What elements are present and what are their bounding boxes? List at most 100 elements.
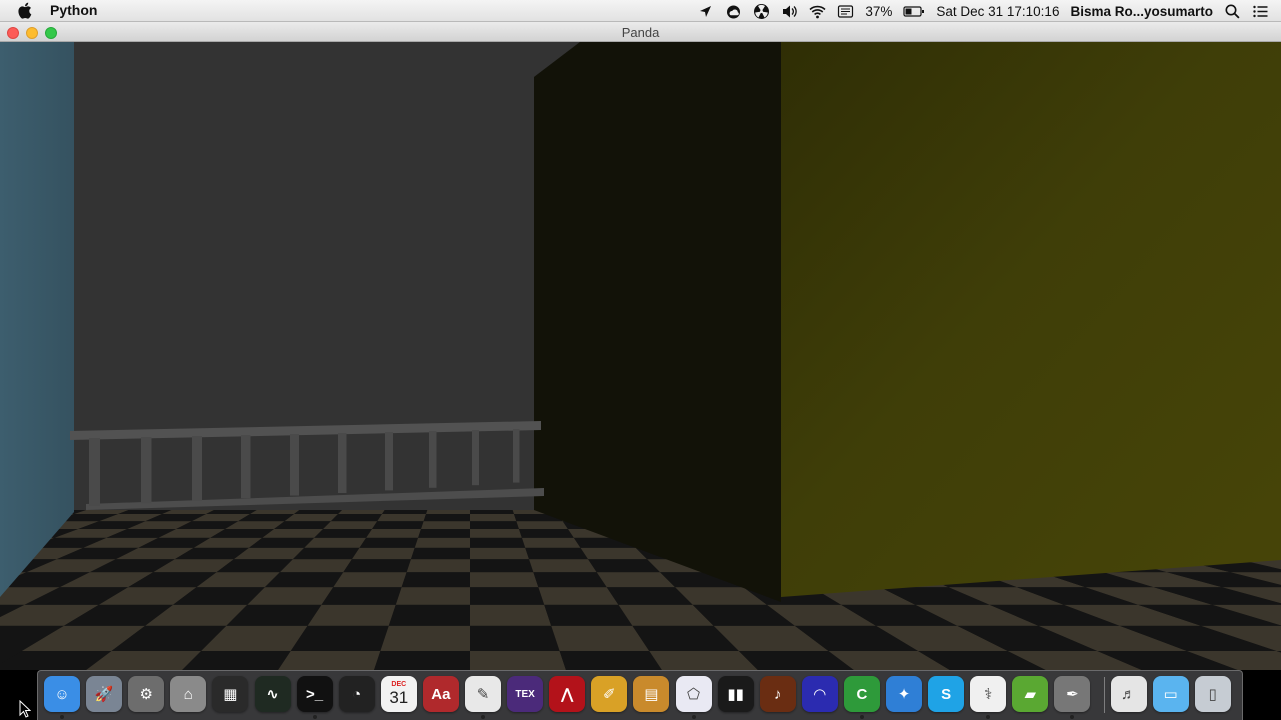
battery-percentage[interactable]: 37% xyxy=(865,4,892,19)
railing-post xyxy=(89,438,100,506)
terminal-icon: >_ xyxy=(306,685,324,703)
dock-item-textedit[interactable]: ✎ xyxy=(465,676,501,712)
activity-monitor-icon: ∿ xyxy=(266,686,279,703)
floor-tile xyxy=(551,625,650,651)
dock: ☺ 🚀 ⚙ ⌂ ▦ ∿ >_ ◔ DEC 31 Aa ✎ TEX ⋀ ✐ ▤ ⬠ ▮▮ ♪ ◠ C ✦ S ⚕ ▰ ✒ ♬ ▭ ▯ xyxy=(37,670,1243,720)
dock-item-bluestacks[interactable]: ▰ xyxy=(1012,676,1049,712)
dock-item-safari[interactable]: ✦ xyxy=(886,676,922,712)
floor-tile xyxy=(470,528,522,538)
left-wall xyxy=(0,42,74,597)
battery-icon[interactable] xyxy=(903,3,925,20)
creative-cloud-icon[interactable] xyxy=(725,3,742,20)
dock-item-audacity[interactable]: ◠ xyxy=(801,676,838,712)
dock-item-paint-app[interactable]: ✐ xyxy=(591,676,628,712)
calculator-icon: ▤ xyxy=(644,686,659,703)
floor-tile xyxy=(423,514,470,522)
floor-tile xyxy=(290,625,389,651)
railing-post xyxy=(429,431,437,488)
dock-item-terminal[interactable]: >_ xyxy=(296,676,333,712)
dock-item-python[interactable]: ⚕ xyxy=(970,676,1007,712)
trash-icon: ▯ xyxy=(1208,686,1217,703)
floor-tile xyxy=(518,528,574,538)
scene-canvas[interactable] xyxy=(0,42,1281,670)
wifi-icon[interactable] xyxy=(809,3,826,20)
floor-tile xyxy=(366,528,422,538)
audacity-icon: ◠ xyxy=(814,686,826,703)
floor-tile xyxy=(304,537,367,548)
floor-tile xyxy=(388,604,470,626)
floor-tile xyxy=(470,650,566,670)
user-account-menu[interactable]: Bisma Ro...yosumarto xyxy=(1070,4,1213,19)
dock-running-indicator xyxy=(691,715,696,719)
dashboard-icon: ◔ xyxy=(352,685,362,703)
location-icon[interactable] xyxy=(697,3,714,20)
floor-tile xyxy=(372,521,424,529)
radioactive-icon[interactable] xyxy=(753,3,770,20)
volume-icon[interactable] xyxy=(781,3,798,20)
dock-item-mission-control[interactable]: ▦ xyxy=(212,676,249,712)
dock-item-calendar[interactable]: DEC 31 xyxy=(380,676,417,712)
floor-tile xyxy=(421,521,470,529)
texshop-icon: TEX xyxy=(515,688,535,700)
floor-tile xyxy=(414,537,470,548)
dock-item-launchpad[interactable]: 🚀 xyxy=(86,676,123,712)
calendar-day-label: 31 xyxy=(389,688,409,707)
dock-running-indicator xyxy=(481,715,485,719)
floor-tile xyxy=(418,528,470,538)
dock-item-music-app[interactable]: ▮▮ xyxy=(717,676,754,712)
floor-tile xyxy=(374,650,470,670)
floor-tile xyxy=(377,514,427,522)
floor-tile xyxy=(470,514,517,522)
dock-item-adobe-reader[interactable]: ⋀ xyxy=(549,676,586,712)
floor-tile xyxy=(406,559,470,573)
notification-center-icon[interactable] xyxy=(1252,3,1269,20)
dock-item-trash[interactable]: ▯ xyxy=(1194,676,1231,712)
dock-item-finder[interactable]: ☺ xyxy=(44,676,80,712)
clock-datetime[interactable]: Sat Dec 31 17:10:16 xyxy=(936,4,1059,19)
dock-item-document-file[interactable]: ♬ xyxy=(1110,676,1147,712)
dock-item-camtasia[interactable]: C xyxy=(843,676,880,712)
skype-icon: S xyxy=(941,685,952,703)
floor-tile xyxy=(401,572,470,588)
panda3d-viewport[interactable] xyxy=(0,42,1281,670)
railing-post xyxy=(472,430,479,486)
instrument-app-icon: ♪ xyxy=(773,685,782,703)
dock-item-activity-monitor[interactable]: ∿ xyxy=(254,676,291,712)
railing-post xyxy=(385,432,393,491)
safari-icon: ✦ xyxy=(897,686,911,703)
apple-menu-icon[interactable] xyxy=(18,2,34,19)
railing-post xyxy=(141,437,152,504)
input-menu-icon[interactable] xyxy=(837,3,854,20)
dock-item-dictionary[interactable]: Aa xyxy=(422,676,459,712)
document-file-icon: ♬ xyxy=(1121,685,1136,703)
floor-tile xyxy=(380,625,470,651)
dock-item-skype[interactable]: S xyxy=(928,676,965,712)
dock-item-dashboard[interactable]: ◔ xyxy=(338,676,375,712)
dictionary-icon: Aa xyxy=(431,685,451,703)
dock-running-indicator xyxy=(859,715,864,719)
dock-item-instrument-app[interactable]: ♪ xyxy=(759,676,796,712)
dock-running-indicator xyxy=(312,715,317,719)
music-app-icon: ▮▮ xyxy=(727,686,744,703)
dock-item-calculator[interactable]: ▤ xyxy=(633,676,670,712)
railing-post xyxy=(290,434,299,496)
floor-tile xyxy=(470,604,552,626)
dock-running-indicator xyxy=(986,715,991,719)
window-title-bar[interactable]: Panda xyxy=(0,22,1281,42)
floor-tile xyxy=(351,547,415,560)
dock-item-downloads-folder[interactable]: ▭ xyxy=(1152,676,1189,712)
dock-item-system-preferences[interactable]: ⚙ xyxy=(128,676,165,712)
dock-item-texshop[interactable]: TEX xyxy=(507,676,544,712)
floor-tile xyxy=(395,587,470,605)
floor-tile xyxy=(470,625,560,651)
floor-tile xyxy=(516,521,568,529)
dock-item-network-utility[interactable]: ⌂ xyxy=(170,676,207,712)
floor-tile xyxy=(323,521,378,529)
spotlight-icon[interactable] xyxy=(1224,3,1241,20)
dock-item-inkscape[interactable]: ✒ xyxy=(1054,676,1091,712)
dock-item-geogebra[interactable]: ⬠ xyxy=(675,676,712,712)
floor-tile xyxy=(521,537,581,548)
inkscape-icon: ✒ xyxy=(1066,686,1079,703)
floor-tile xyxy=(470,547,530,560)
app-menu-python[interactable]: Python xyxy=(50,2,97,18)
